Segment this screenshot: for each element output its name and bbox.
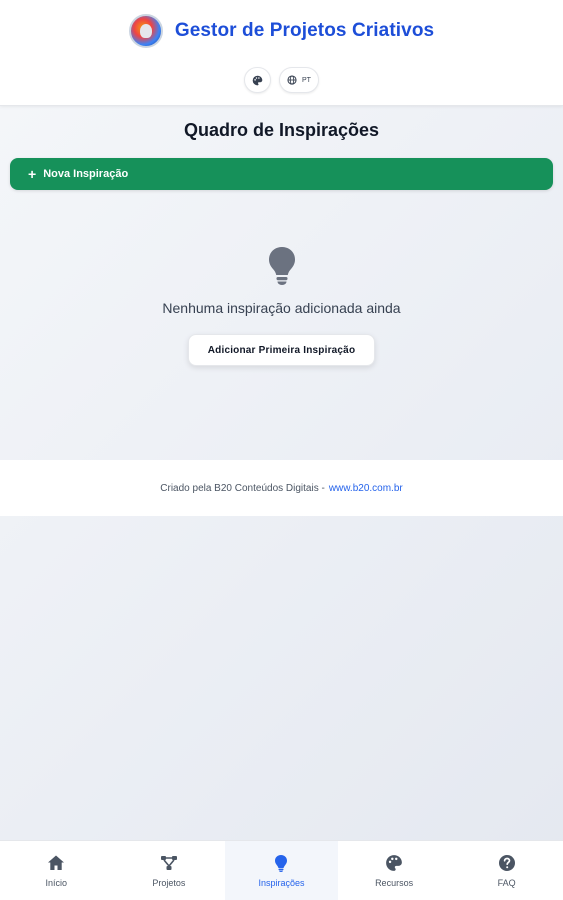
- nav-label-resources: Recursos: [375, 877, 414, 888]
- footer-link[interactable]: www.b20.com.br: [329, 483, 403, 494]
- palette-icon: [252, 75, 263, 85]
- palette-icon: [386, 854, 402, 871]
- add-first-inspiration-button[interactable]: Adicionar Primeira Inspiração: [187, 334, 376, 366]
- app-header: Gestor de Projetos Criativos PT: [0, 0, 563, 106]
- app-title: Gestor de Projetos Criativos: [174, 20, 435, 41]
- language-label: PT: [302, 76, 311, 84]
- header-controls: PT: [0, 67, 563, 93]
- footer-text: Criado pela B20 Conteúdos Digitais -: [160, 482, 325, 494]
- new-inspiration-label: Nova Inspiração: [43, 168, 129, 180]
- home-icon: [48, 855, 65, 870]
- theme-button[interactable]: [244, 67, 272, 93]
- nav-item-resources[interactable]: Recursos: [338, 841, 451, 900]
- nav-item-faq[interactable]: FAQ: [450, 841, 563, 900]
- nav-item-home[interactable]: Início: [0, 841, 113, 900]
- empty-state: Nenhuma inspiração adicionada ainda Adic…: [0, 246, 563, 366]
- bottom-navigation: Início Projetos Inspirações Recursos FAQ: [0, 840, 563, 900]
- nav-item-projects[interactable]: Projetos: [113, 841, 226, 900]
- page-title: Quadro de Inspirações: [183, 120, 380, 140]
- lightbulb-icon: [275, 854, 288, 872]
- globe-icon: [287, 75, 297, 85]
- nav-label-inspirations: Inspirações: [258, 877, 305, 888]
- nav-label-projects: Projetos: [152, 877, 186, 888]
- question-icon: [498, 854, 515, 871]
- footer: Criado pela B20 Conteúdos Digitais - www…: [0, 460, 563, 516]
- new-inspiration-button[interactable]: + Nova Inspiração: [10, 158, 553, 190]
- lightbulb-icon: [268, 247, 295, 285]
- language-button[interactable]: PT: [279, 67, 319, 93]
- nav-item-inspirations[interactable]: Inspirações: [225, 841, 338, 900]
- plus-icon: +: [28, 166, 37, 182]
- projects-icon: [160, 855, 177, 870]
- nav-label-faq: FAQ: [497, 877, 516, 888]
- app-logo: [128, 14, 163, 48]
- brand: Gestor de Projetos Criativos: [0, 14, 563, 48]
- empty-message: Nenhuma inspiração adicionada ainda: [162, 300, 401, 316]
- nav-label-home: Início: [45, 877, 68, 888]
